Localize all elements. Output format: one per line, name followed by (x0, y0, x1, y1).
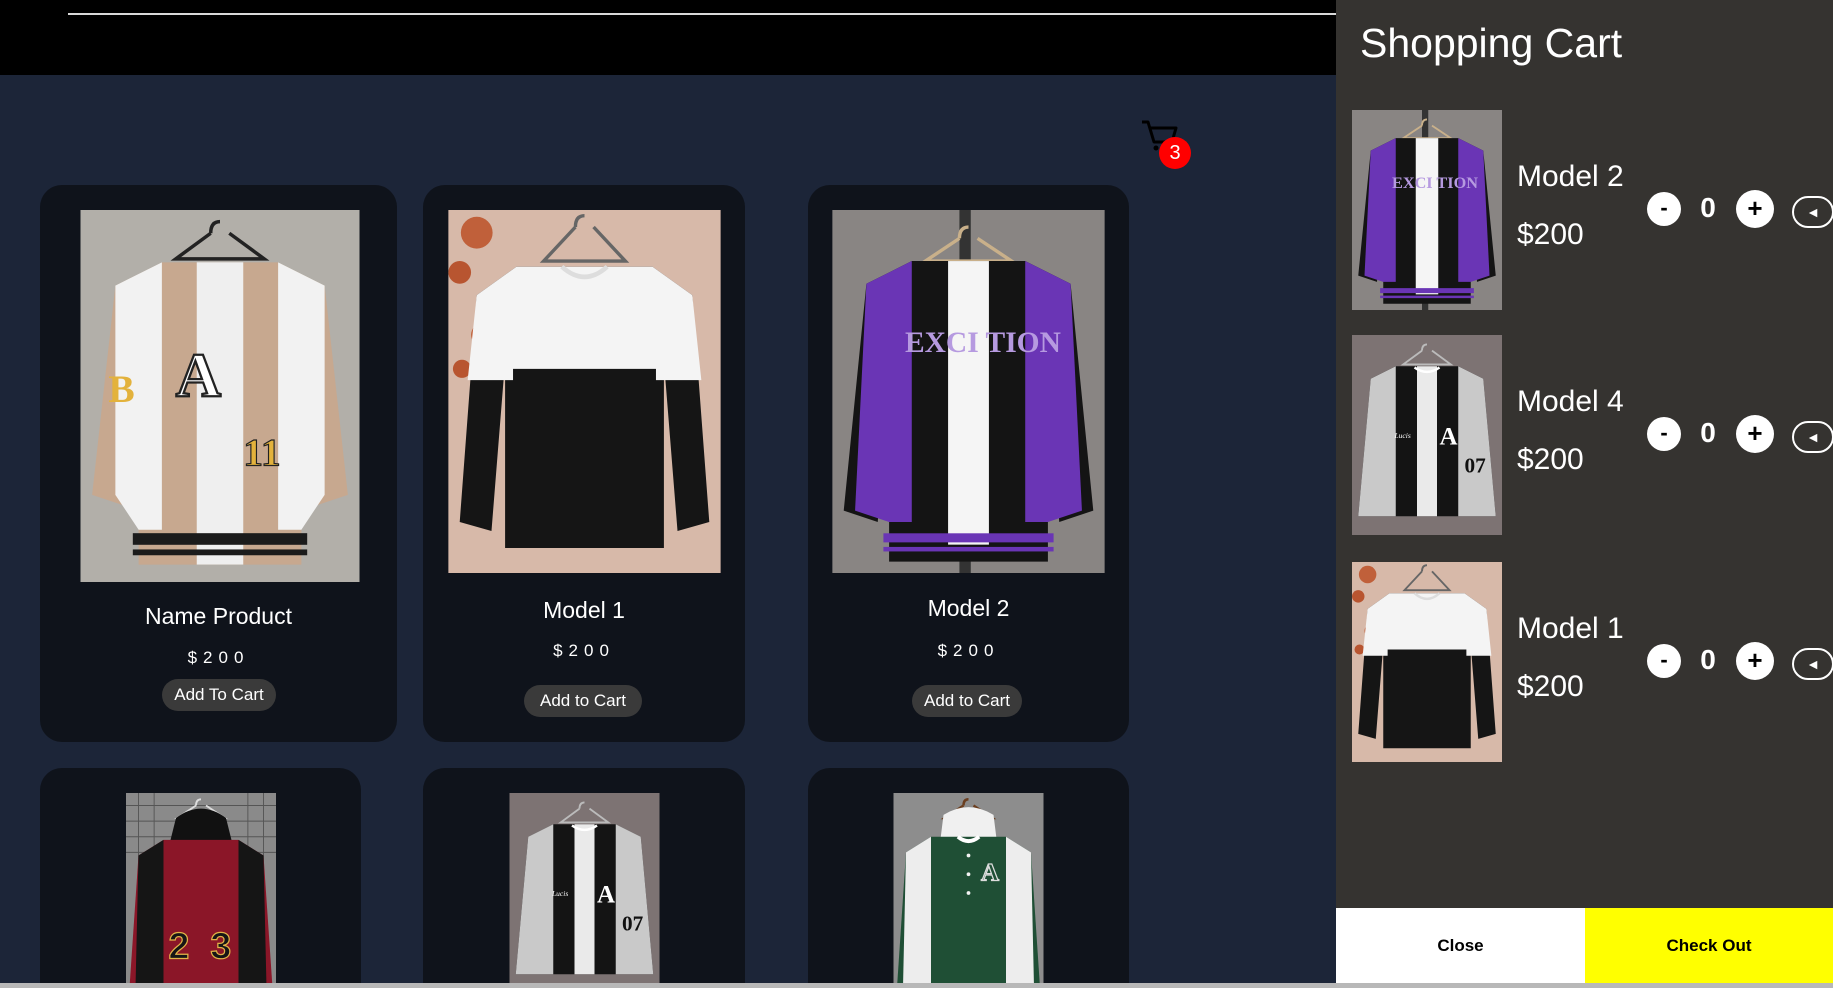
cart-title: Shopping Cart (1360, 20, 1623, 66)
product-image[interactable] (832, 793, 1105, 988)
quantity-value: 0 (1700, 192, 1716, 223)
quantity-value: 0 (1700, 417, 1716, 448)
product-price: $200 (187, 648, 250, 667)
increase-quantity-button[interactable]: + (1736, 190, 1774, 228)
product-card: Name Product $200 Add To Cart (40, 185, 397, 742)
add-to-cart-button[interactable]: Add to Cart (912, 685, 1022, 717)
product-card (423, 768, 745, 988)
checkout-button[interactable]: Check Out (1585, 908, 1833, 983)
shopping-cart-panel: Shopping Cart Model 2 $200 - 0 + ◄ Model… (1336, 0, 1833, 988)
decrease-quantity-button[interactable]: - (1647, 192, 1681, 226)
cart-item-image (1352, 335, 1502, 535)
product-card: Model 1 $200 Add to Cart (423, 185, 745, 742)
close-cart-button[interactable]: Close (1336, 908, 1585, 983)
remove-item-button[interactable]: ◄ (1792, 648, 1833, 680)
page-bottom-edge (0, 983, 1833, 988)
cart-item: Model 2 $200 - 0 + ◄ (1352, 110, 1833, 310)
product-image[interactable] (448, 793, 721, 988)
decrease-quantity-button[interactable]: - (1647, 417, 1681, 451)
navbar-divider (68, 13, 1336, 15)
product-card (40, 768, 361, 988)
add-to-cart-button[interactable]: Add to Cart (524, 685, 642, 717)
increase-quantity-button[interactable]: + (1736, 415, 1774, 453)
product-image[interactable] (832, 210, 1105, 573)
product-price: $200 (937, 641, 1000, 660)
cart-item: Model 1 $200 - 0 + ◄ (1352, 562, 1833, 762)
cart-item-name: Model 4 (1517, 385, 1624, 418)
cart-item-name: Model 1 (1517, 612, 1624, 645)
cart-button[interactable]: 3 (1140, 118, 1191, 170)
product-card: Model 2 $200 Add to Cart (808, 185, 1129, 742)
add-to-cart-button[interactable]: Add To Cart (162, 679, 276, 711)
cart-count-badge: 3 (1159, 137, 1191, 169)
cart-item-price: $200 (1517, 443, 1584, 476)
product-image[interactable] (80, 210, 360, 582)
cart-item-image (1352, 110, 1502, 310)
cart-item-name: Model 2 (1517, 160, 1624, 193)
cart-item-image (1352, 562, 1502, 762)
product-card (808, 768, 1129, 988)
product-image[interactable] (65, 793, 337, 988)
product-name: Model 1 (543, 597, 625, 623)
cart-item-price: $200 (1517, 670, 1584, 703)
cart-item-price: $200 (1517, 218, 1584, 251)
remove-item-button[interactable]: ◄ (1792, 196, 1833, 228)
product-name: Model 2 (927, 595, 1010, 621)
product-price: $200 (553, 641, 615, 660)
product-name: Name Product (144, 603, 292, 629)
decrease-quantity-button[interactable]: - (1647, 644, 1681, 678)
quantity-value: 0 (1700, 644, 1716, 675)
remove-item-button[interactable]: ◄ (1792, 421, 1833, 453)
top-navbar (0, 0, 1336, 75)
product-image[interactable] (448, 210, 721, 573)
cart-item: Model 4 $200 - 0 + ◄ (1352, 335, 1833, 535)
increase-quantity-button[interactable]: + (1736, 642, 1774, 680)
